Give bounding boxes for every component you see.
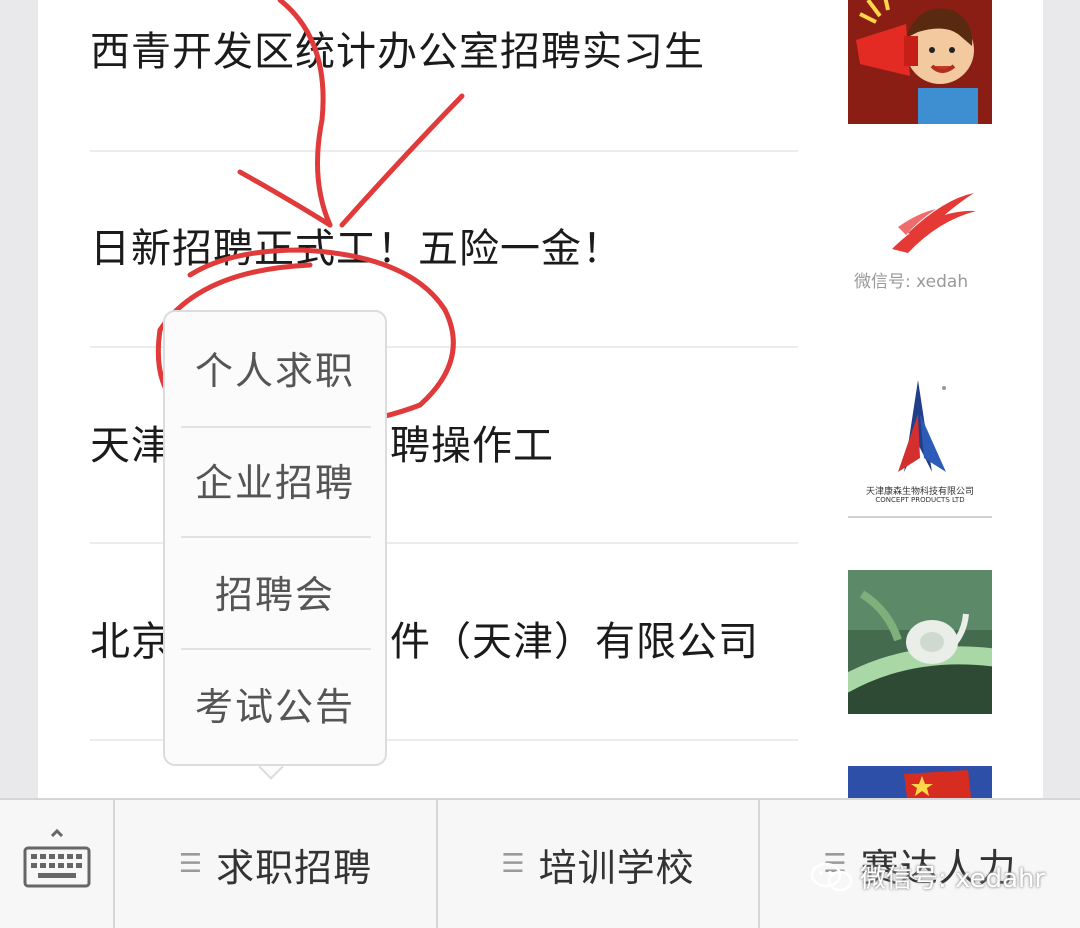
company-logo-icon: 天津康森生物科技有限公司 CONCEPT PRODUCTS LTD	[848, 374, 992, 518]
article-title-left: 北京	[90, 619, 172, 665]
thumb-watermark: 微信号: xedah	[854, 272, 969, 292]
red-swoosh-logo-icon: 微信号: xedah	[848, 173, 992, 317]
article-title-left: 天津	[90, 423, 172, 469]
divider	[90, 150, 798, 152]
wechat-icon	[810, 862, 853, 891]
popup-menu: 个人求职 企业招聘 招聘会 考试公告	[163, 310, 387, 766]
hamburger-icon: ☰	[178, 849, 203, 879]
article-title: 西青开发区统计办公室招聘实习生	[90, 29, 705, 75]
popup-item-job-fair[interactable]: 招聘会	[165, 540, 385, 650]
snail-photo-icon	[848, 570, 992, 714]
popup-divider	[181, 648, 371, 650]
popup-item-enterprise-hiring[interactable]: 企业招聘	[165, 428, 385, 538]
watermark-text: 微信号: xedahr	[860, 864, 1046, 894]
article-title: 日新招聘正式工！五险一金！	[90, 226, 623, 272]
popup-divider	[181, 536, 371, 538]
flag-photo-icon	[848, 766, 992, 798]
menu-job-recruitment-button[interactable]: ☰ 求职招聘	[115, 800, 438, 928]
article-title-right: 件（天津）有限公司	[390, 619, 759, 665]
menu-label: 求职招聘	[216, 845, 373, 890]
menu-label: 培训学校	[538, 845, 695, 890]
article-title-right: 聘操作工	[390, 423, 554, 469]
company-caption-en: CONCEPT PRODUCTS LTD	[875, 496, 965, 504]
megaphone-cartoon-icon	[848, 0, 992, 124]
keyboard-toggle-button[interactable]	[0, 800, 115, 928]
popup-item-exam-notice[interactable]: 考试公告	[165, 652, 385, 762]
keyboard-icon	[23, 828, 91, 888]
wechat-watermark: 微信号: xedahr	[810, 858, 1045, 895]
menu-training-school-button[interactable]: ☰ 培训学校	[438, 800, 760, 928]
hamburger-icon: ☰	[501, 849, 525, 879]
popup-item-personal-job[interactable]: 个人求职	[165, 316, 385, 426]
